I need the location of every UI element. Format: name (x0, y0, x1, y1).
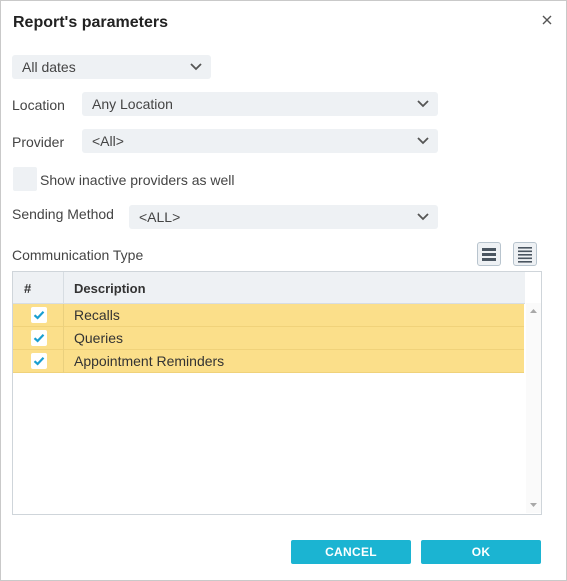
row-description: Recalls (74, 307, 120, 323)
checkmark-icon (33, 357, 45, 366)
dialog-title: Report's parameters (13, 14, 168, 31)
location-select[interactable]: Any Location (82, 92, 438, 116)
grid-header-description[interactable]: Description (74, 281, 146, 296)
provider-select-value: <All> (92, 133, 124, 149)
sending-method-select[interactable]: <ALL> (129, 205, 438, 229)
compact-list-view-icon (518, 247, 532, 263)
report-parameters-dialog: Report's parameters All dates Location A… (0, 0, 567, 581)
chevron-down-icon (190, 63, 202, 71)
chevron-down-icon (417, 137, 429, 145)
list-view-icon (482, 248, 496, 261)
close-icon[interactable] (540, 13, 554, 27)
chevron-down-icon (417, 100, 429, 108)
table-row[interactable]: Recalls (13, 304, 524, 327)
row-description: Queries (74, 330, 124, 346)
inactive-providers-label[interactable]: Show inactive providers as well (40, 172, 235, 188)
dates-select-value: All dates (22, 59, 76, 75)
location-select-value: Any Location (92, 96, 173, 112)
communication-type-label: Communication Type (12, 247, 144, 263)
cancel-button[interactable]: CANCEL (291, 540, 411, 564)
sending-method-label: Sending Method (12, 206, 114, 222)
compact-list-view-button[interactable] (513, 242, 537, 266)
sending-method-select-value: <ALL> (139, 209, 181, 225)
table-row[interactable]: Queries (13, 327, 524, 350)
checkmark-icon (33, 311, 45, 320)
inactive-providers-checkbox[interactable] (13, 167, 37, 191)
grid-header-cell-number (13, 272, 64, 303)
list-view-button[interactable] (477, 242, 501, 266)
row-description: Appointment Reminders (74, 353, 225, 369)
row-checkbox[interactable] (31, 307, 47, 323)
table-row[interactable]: Appointment Reminders (13, 350, 524, 373)
grid-scrollbar[interactable] (526, 303, 541, 513)
grid-header: # Description (13, 272, 525, 304)
grid-header-number: # (24, 281, 32, 296)
communication-type-grid: # Description Recalls Queries Appointmen… (12, 271, 542, 515)
dates-select[interactable]: All dates (12, 55, 211, 79)
scroll-down-arrow-icon[interactable] (526, 499, 541, 511)
provider-label: Provider (12, 134, 65, 150)
row-checkbox[interactable] (31, 353, 47, 369)
row-checkbox[interactable] (31, 330, 47, 346)
scroll-up-arrow-icon[interactable] (526, 305, 541, 317)
checkmark-icon (33, 334, 45, 343)
chevron-down-icon (417, 213, 429, 221)
location-label: Location (12, 97, 65, 113)
provider-select[interactable]: <All> (82, 129, 438, 153)
ok-button[interactable]: OK (421, 540, 541, 564)
